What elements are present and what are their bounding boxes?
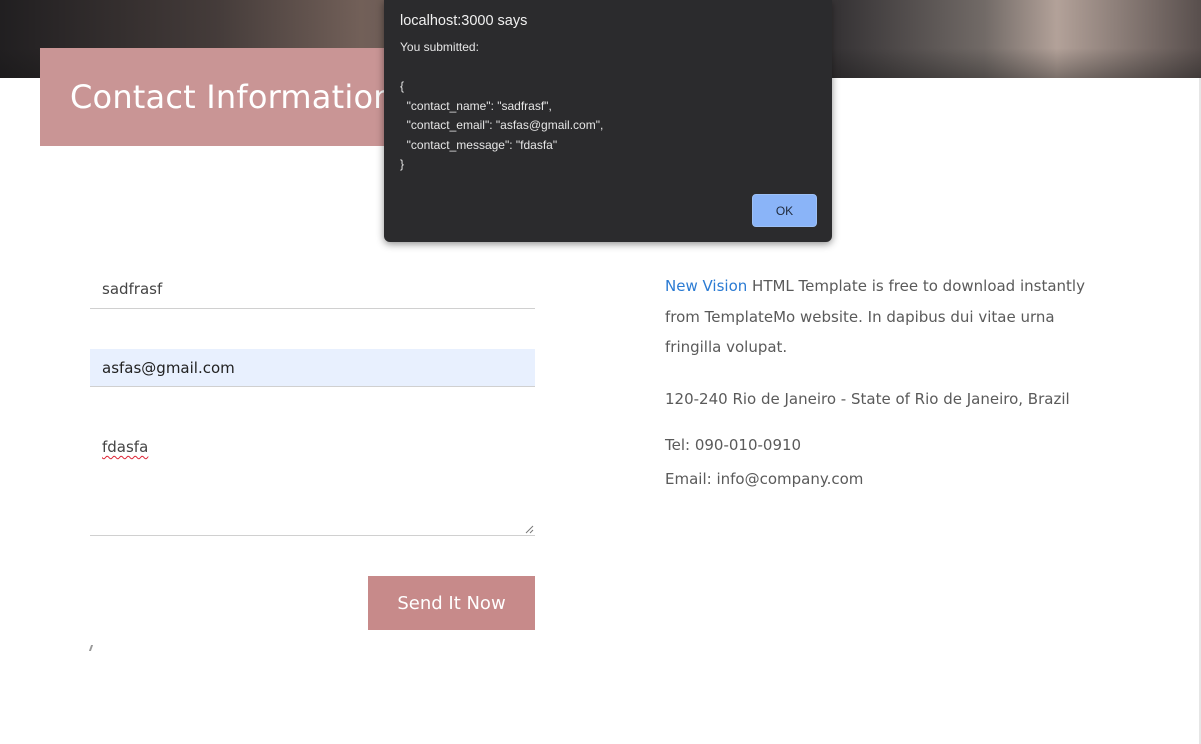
stray-mark xyxy=(88,645,94,651)
message-text: fdasfa xyxy=(102,438,149,456)
alert-dialog: localhost:3000 says You submitted: { "co… xyxy=(384,0,832,242)
contact-description: New Vision HTML Template is free to down… xyxy=(665,271,1115,363)
email-text: Email: info@company.com xyxy=(665,470,864,488)
address-text: 120-240 Rio de Janeiro - State of Rio de… xyxy=(665,390,1070,408)
name-input[interactable]: sadfrasf xyxy=(90,270,535,309)
send-button[interactable]: Send It Now xyxy=(368,576,535,630)
resize-grip-icon[interactable] xyxy=(525,525,534,534)
new-vision-link[interactable]: New Vision xyxy=(665,277,747,295)
message-textarea[interactable]: fdasfa xyxy=(90,425,535,536)
section-heading: Contact Information xyxy=(70,78,394,116)
dialog-message: You submitted: { "contact_name": "sadfra… xyxy=(400,40,604,171)
telephone-text: Tel: 090-010-0910 xyxy=(665,436,802,454)
dialog-title: localhost:3000 says xyxy=(400,13,528,29)
ok-button[interactable]: OK xyxy=(752,194,817,227)
email-input[interactable]: asfas@gmail.com xyxy=(90,349,535,387)
